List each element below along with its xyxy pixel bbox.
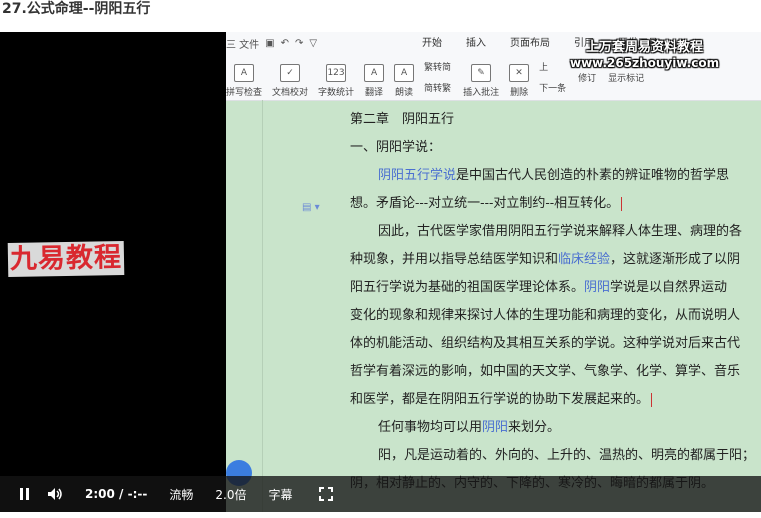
pause-button[interactable] (20, 488, 29, 500)
ad-overlay: 上万套周易资料教程 www.265zhouyiw.com (570, 36, 719, 70)
ribbon: 三 文件 ▣ ↶ ↷ ▽ 开始 插入 页面布局 引用 开发工具 A 拼写检查 ✓ (226, 32, 761, 101)
word-count-icon: 123 (326, 64, 347, 82)
delete-icon: ✕ (509, 64, 530, 82)
tab-page-layout[interactable]: 页面布局 (510, 34, 550, 49)
fullscreen-button[interactable] (318, 487, 333, 501)
ad-line-1: 上万套周易资料教程 (586, 40, 704, 55)
document-body[interactable]: 第二章 阴阳五行 一、阴阳学说： 阴阳五行学说是中国古代人民创造的朴素的辨证唯物… (350, 106, 760, 498)
paragraph-line: 体的机能活动、组织结构及其相互关系的学说。这种学说对后来古代 (350, 336, 741, 351)
text-link[interactable]: 临床经验 (558, 252, 610, 267)
convert-group: 繁转简 简转繁 (424, 56, 451, 98)
read-aloud-button[interactable]: A 朗读 (394, 56, 415, 98)
current-time: 2:00 (85, 487, 115, 501)
paragraph-line: 想。矛盾论---对立统一---对立制约--相互转化。 (350, 190, 760, 218)
paragraph-line: 任何事物均可以用阴阳来划分。 (378, 420, 561, 435)
proofread-icon: ✓ (280, 64, 301, 82)
text-link[interactable]: 阴阳五行学说 (378, 168, 456, 183)
quick-access-toolbar: 三 文件 ▣ ↶ ↷ ▽ (226, 34, 323, 52)
redo-icon[interactable]: ↷ (295, 38, 303, 49)
volume-button[interactable] (47, 487, 63, 501)
proofread-button[interactable]: ✓ 文档校对 (272, 56, 308, 98)
save-icon[interactable]: ▣ (265, 38, 274, 49)
word-count-button[interactable]: 123 字数统计 (318, 56, 354, 98)
insert-comment-button[interactable]: ✎ 插入批注 (463, 56, 499, 98)
fullscreen-icon (318, 487, 333, 501)
video-black-area: 九易教程 (0, 32, 226, 512)
speed-button[interactable]: 2.0倍 (215, 486, 246, 503)
paragraph-line: 阳五行学说为基础的祖国医学理论体系。阴阳学说是以自然界运动 (350, 280, 728, 295)
time-separator: / (119, 487, 124, 501)
speaker-icon (48, 488, 62, 500)
file-menu[interactable]: 三 文件 (226, 36, 259, 51)
text-link[interactable]: 阴阳 (482, 420, 508, 435)
word-processor-window: 三 文件 ▣ ↶ ↷ ▽ 开始 插入 页面布局 引用 开发工具 A 拼写检查 ✓ (226, 32, 761, 512)
paragraph-options-icon[interactable]: ▤ ▾ (302, 202, 320, 213)
quality-button[interactable]: 流畅 (169, 486, 193, 503)
spell-check-icon: A (234, 64, 254, 82)
show-marks-button[interactable]: 显示标记 (608, 71, 644, 84)
paragraph-line: 阴阳五行学说是中国古代人民创造的朴素的辨证唯物的哲学思 (378, 168, 730, 183)
page-title: 27.公式命理--阴阳五行 (2, 1, 151, 17)
paragraph-line: 哲学有着深远的影响，如中国的天文学、气象学、化学、算学、音乐 (350, 364, 741, 379)
paragraph-line: 变化的现象和规律来探讨人体的生理功能和病理的变化，从而说明人 (350, 308, 741, 323)
dropdown-icon[interactable]: ▽ (309, 38, 317, 49)
duration: -:-- (127, 487, 148, 501)
comment-icon: ✎ (471, 64, 492, 82)
text-link[interactable]: 阴阳 (584, 280, 610, 295)
undo-icon[interactable]: ↶ (281, 38, 289, 49)
text-cursor (621, 196, 623, 211)
next-comment-button[interactable]: 下一条 (539, 81, 566, 94)
paragraph-line: 因此，古代医学家借用阴阳五行学说来解释人体生理、病理的各 (378, 224, 743, 239)
translate-button[interactable]: A 翻译 (364, 56, 385, 98)
subtitle-button[interactable]: 字幕 (268, 486, 292, 503)
chapter-heading: 第二章 阴阳五行 (350, 112, 455, 127)
previous-comment-button[interactable]: 上 (539, 60, 566, 73)
text-cursor (651, 392, 653, 407)
read-aloud-icon: A (394, 64, 415, 82)
translate-icon: A (364, 64, 385, 82)
section-heading: 一、阴阳学说： (350, 140, 442, 155)
video-player[interactable]: 九易教程 三 文件 ▣ ↶ ↷ ▽ 开始 插入 页面布局 引用 开发工具 A 拼… (0, 32, 761, 512)
paragraph-line: 阳，凡是运动着的、外向的、上升的、温热的、明亮的都属于阳； (378, 448, 756, 463)
ad-line-2: www.265zhouyiw.com (570, 56, 720, 70)
delete-comment-button[interactable]: ✕ 删除 (509, 56, 530, 98)
comment-nav-group: 上 下一条 (539, 56, 566, 98)
jiuyi-watermark: 九易教程 (7, 240, 125, 278)
tab-home[interactable]: 开始 (422, 34, 442, 49)
time-display: 2:00 / -:-- (85, 487, 147, 501)
paragraph-line: 和医学，都是在阴阳五行学说的协助下发展起来的。 (350, 386, 760, 414)
tab-insert[interactable]: 插入 (466, 34, 486, 49)
spell-check-button[interactable]: A 拼写检查 (226, 56, 262, 98)
simplified-to-traditional-button[interactable]: 简转繁 (424, 81, 451, 94)
traditional-to-simplified-button[interactable]: 繁转简 (424, 60, 451, 73)
player-controls: 2:00 / -:-- 流畅 2.0倍 字幕 (0, 476, 761, 512)
paragraph-line: 种现象，并用以指导总结医学知识和临床经验，这就逐渐形成了以阴 (350, 252, 741, 267)
track-changes-button[interactable]: 修订 (578, 71, 596, 84)
page-margin-line (262, 100, 263, 512)
